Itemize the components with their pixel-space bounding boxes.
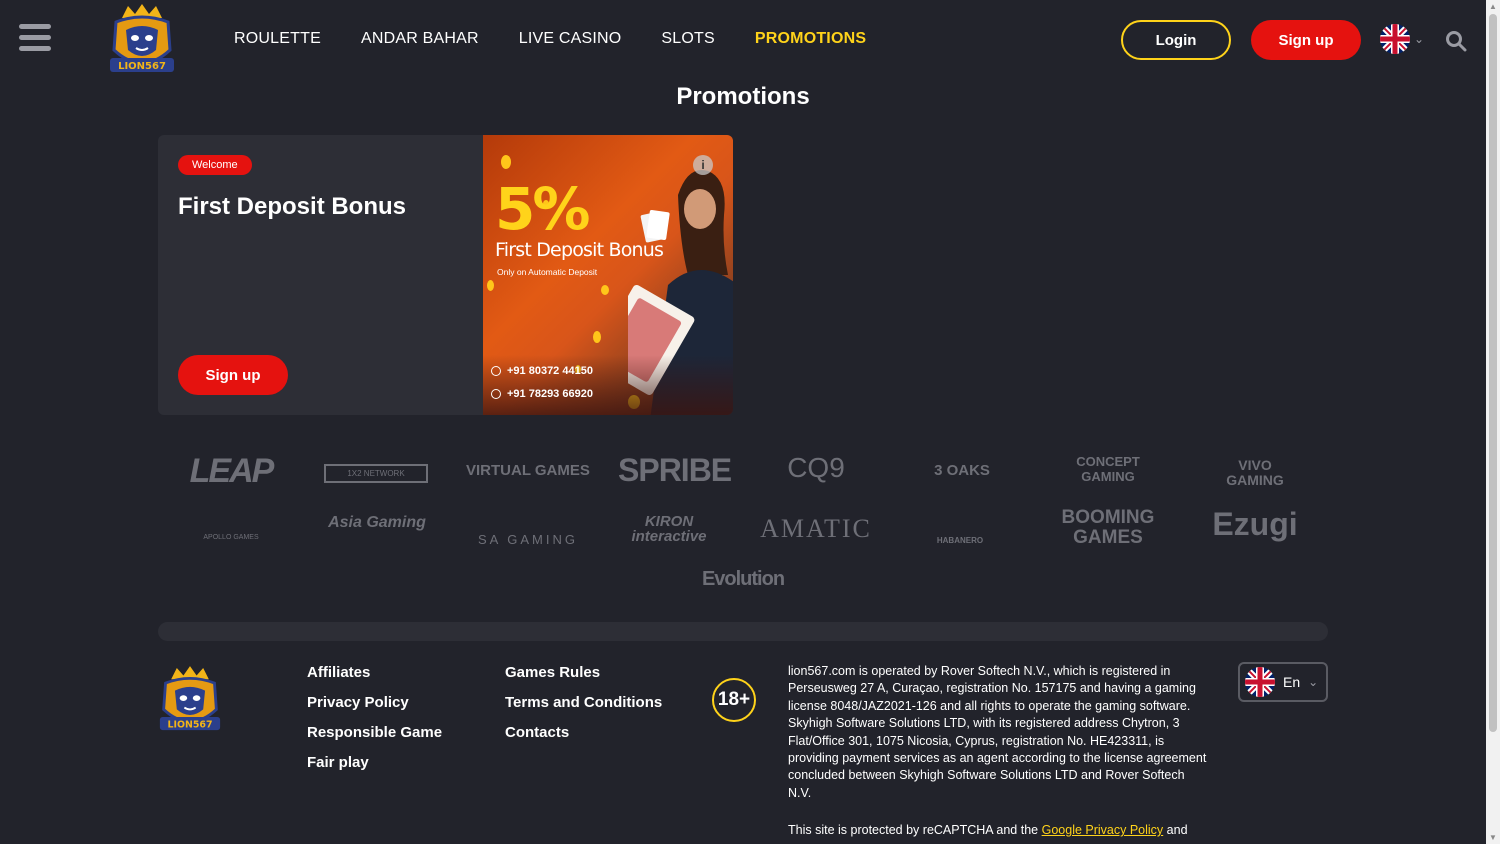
provider-apollo-games[interactable]: APOLLO GAMES [196, 534, 266, 541]
nav-andar-bahar[interactable]: ANDAR BAHAR [361, 30, 479, 48]
language-selector[interactable]: ⌄ [1380, 24, 1424, 54]
footer-language-selector[interactable]: En ⌄ [1238, 662, 1328, 702]
login-button[interactable]: Login [1121, 20, 1231, 60]
uk-flag-icon [1380, 24, 1410, 54]
menu-icon[interactable] [19, 24, 51, 54]
banner-phone-2: +91 78293 66920 [491, 388, 593, 400]
footer-link-privacy-policy[interactable]: Privacy Policy [307, 694, 442, 712]
provider-1x2-network[interactable]: 1X2 NETWORK [324, 464, 428, 483]
footer-links-col-2: Games Rules Terms and Conditions Contact… [505, 664, 662, 754]
provider-3-oaks[interactable]: 3 OAKS [908, 462, 1016, 479]
signup-button[interactable]: Sign up [1251, 20, 1361, 60]
search-icon[interactable] [1445, 30, 1467, 52]
nav-slots[interactable]: SLOTS [661, 30, 714, 48]
promo-signup-button[interactable]: Sign up [178, 355, 288, 395]
banner-phone-1: +91 80372 44150 [491, 365, 593, 377]
nav-promotions[interactable]: PROMOTIONS [755, 30, 866, 48]
svg-text:LION567: LION567 [118, 61, 166, 72]
nav-roulette[interactable]: ROULETTE [234, 30, 321, 48]
provider-sa-gaming[interactable]: SA GAMING [478, 532, 575, 547]
google-privacy-link[interactable]: Google Privacy Policy [1042, 823, 1164, 837]
uk-flag-icon [1245, 667, 1275, 697]
footer-logo[interactable]: LION567 [158, 662, 222, 738]
whatsapp-icon [491, 366, 501, 376]
scroll-up-arrow-icon[interactable]: ▲ [1489, 2, 1497, 11]
provider-habanero[interactable]: HABANERO [924, 536, 996, 545]
provider-virtual-games[interactable]: VIRTUAL GAMES [466, 462, 590, 479]
site-header: LION567 ROULETTE ANDAR BAHAR LIVE CASINO… [0, 0, 1486, 80]
provider-vivo-gaming[interactable]: VIVO GAMING [1212, 458, 1298, 488]
footer-link-affiliates[interactable]: Affiliates [307, 664, 442, 682]
provider-evolution[interactable]: Evolution [688, 568, 798, 591]
provider-asia-gaming[interactable]: Asia Gaming [324, 514, 430, 532]
provider-leap[interactable]: LEAP [188, 452, 275, 491]
provider-booming-games[interactable]: BOOMING GAMES [1052, 508, 1164, 548]
footer-link-responsible-game[interactable]: Responsible Game [307, 724, 442, 742]
info-icon[interactable]: i [693, 155, 713, 175]
scrollbar-thumb[interactable] [1489, 14, 1497, 732]
provider-kiron[interactable]: KIRON interactive [614, 514, 724, 544]
provider-cq9[interactable]: CQ9 [776, 452, 856, 484]
provider-amatic[interactable]: AMATIC [758, 514, 874, 544]
footer-link-contacts[interactable]: Contacts [505, 724, 662, 742]
telegram-icon [491, 389, 501, 399]
site-logo[interactable]: LION567 [108, 2, 176, 78]
legal-text: lion567.com is operated by Rover Softech… [788, 663, 1208, 844]
main-nav: ROULETTE ANDAR BAHAR LIVE CASINO SLOTS P… [234, 30, 866, 48]
footer-link-fair-play[interactable]: Fair play [307, 754, 442, 772]
nav-live-casino[interactable]: LIVE CASINO [519, 30, 622, 48]
provider-spribe[interactable]: SPRIBE [618, 452, 732, 489]
svg-text:LION567: LION567 [168, 719, 213, 730]
age-restriction-badge: 18+ [712, 678, 756, 722]
footer-link-games-rules[interactable]: Games Rules [505, 664, 662, 682]
footer-divider [158, 622, 1328, 641]
page-title: Promotions [676, 83, 810, 110]
recaptcha-notice: This site is protected by reCAPTCHA and … [788, 823, 1188, 838]
promo-card: Welcome First Deposit Bonus Sign up 5% F… [158, 135, 733, 415]
license-paragraph: lion567.com is operated by Rover Softech… [788, 664, 1207, 800]
scroll-down-arrow-icon[interactable]: ▼ [1489, 833, 1497, 842]
banner-percent: 5% [495, 175, 591, 243]
chevron-down-icon: ⌄ [1414, 32, 1425, 46]
promo-badge: Welcome [178, 155, 252, 175]
provider-ezugi[interactable]: Ezugi [1206, 506, 1304, 543]
footer-link-terms[interactable]: Terms and Conditions [505, 694, 662, 712]
footer-links-col-1: Affiliates Privacy Policy Responsible Ga… [307, 664, 442, 784]
promo-banner[interactable]: 5% First Deposit Bonus Only on Automatic… [483, 135, 733, 415]
chevron-down-icon: ⌄ [1308, 675, 1319, 689]
banner-subtitle: Only on Automatic Deposit [497, 267, 598, 277]
footer-language-label: En [1283, 674, 1301, 690]
promo-title: First Deposit Bonus [178, 193, 407, 220]
banner-title: First Deposit Bonus [495, 239, 664, 261]
provider-concept-gaming[interactable]: CONCEPT GAMING [1056, 454, 1160, 484]
page-scrollbar[interactable]: ▲ ▼ [1486, 0, 1500, 844]
